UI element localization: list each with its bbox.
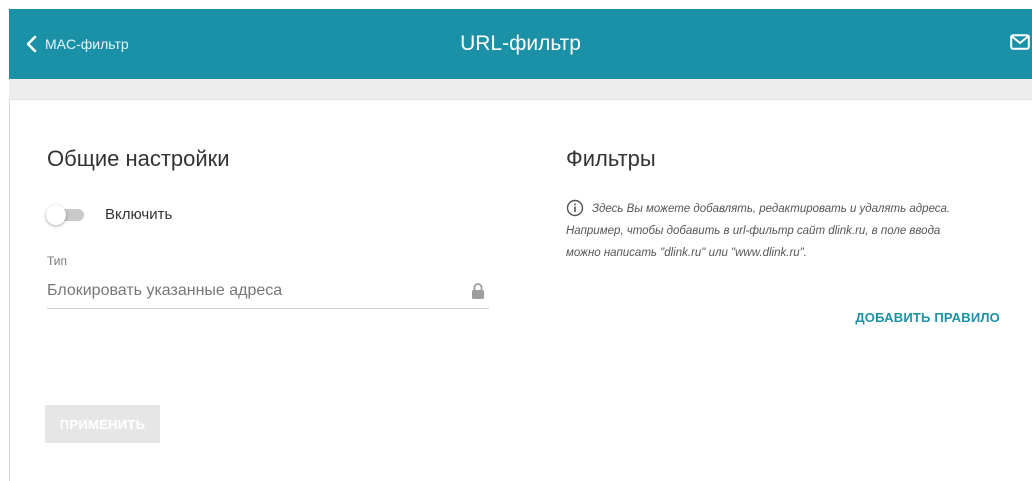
filters-title: Фильтры [566, 146, 656, 171]
add-rule-button[interactable]: ДОБАВИТЬ ПРАВИЛО [855, 310, 1000, 325]
header-shadow-band [9, 79, 1032, 99]
content-left-border [9, 100, 10, 481]
type-select[interactable]: Блокировать указанные адреса [47, 278, 489, 309]
toggle-knob [46, 205, 66, 225]
divider [9, 99, 1032, 100]
lock-icon [471, 282, 485, 305]
info-line: Здесь Вы можете добавлять, редактировать… [592, 203, 951, 215]
filters-info-text: Здесь Вы можете добавлять, редактировать… [566, 198, 996, 264]
mail-button[interactable] [1010, 34, 1030, 55]
type-label: Тип [47, 254, 68, 268]
mail-icon [1010, 34, 1030, 50]
page-title: URL-фильтр [460, 32, 581, 55]
enable-label: Включить [105, 206, 173, 223]
top-bar: MAC-фильтр URL-фильтр [9, 9, 1032, 79]
apply-button[interactable]: ПРИМЕНИТЬ [45, 405, 160, 443]
info-line: можно написать "dlink.ru" или "www.dlink… [566, 247, 807, 259]
general-settings-title: Общие настройки [47, 146, 230, 171]
enable-toggle[interactable] [46, 205, 86, 225]
info-line: Например, чтобы добавить в url-фильтр са… [566, 225, 941, 237]
type-select-value: Блокировать указанные адреса [47, 282, 283, 299]
